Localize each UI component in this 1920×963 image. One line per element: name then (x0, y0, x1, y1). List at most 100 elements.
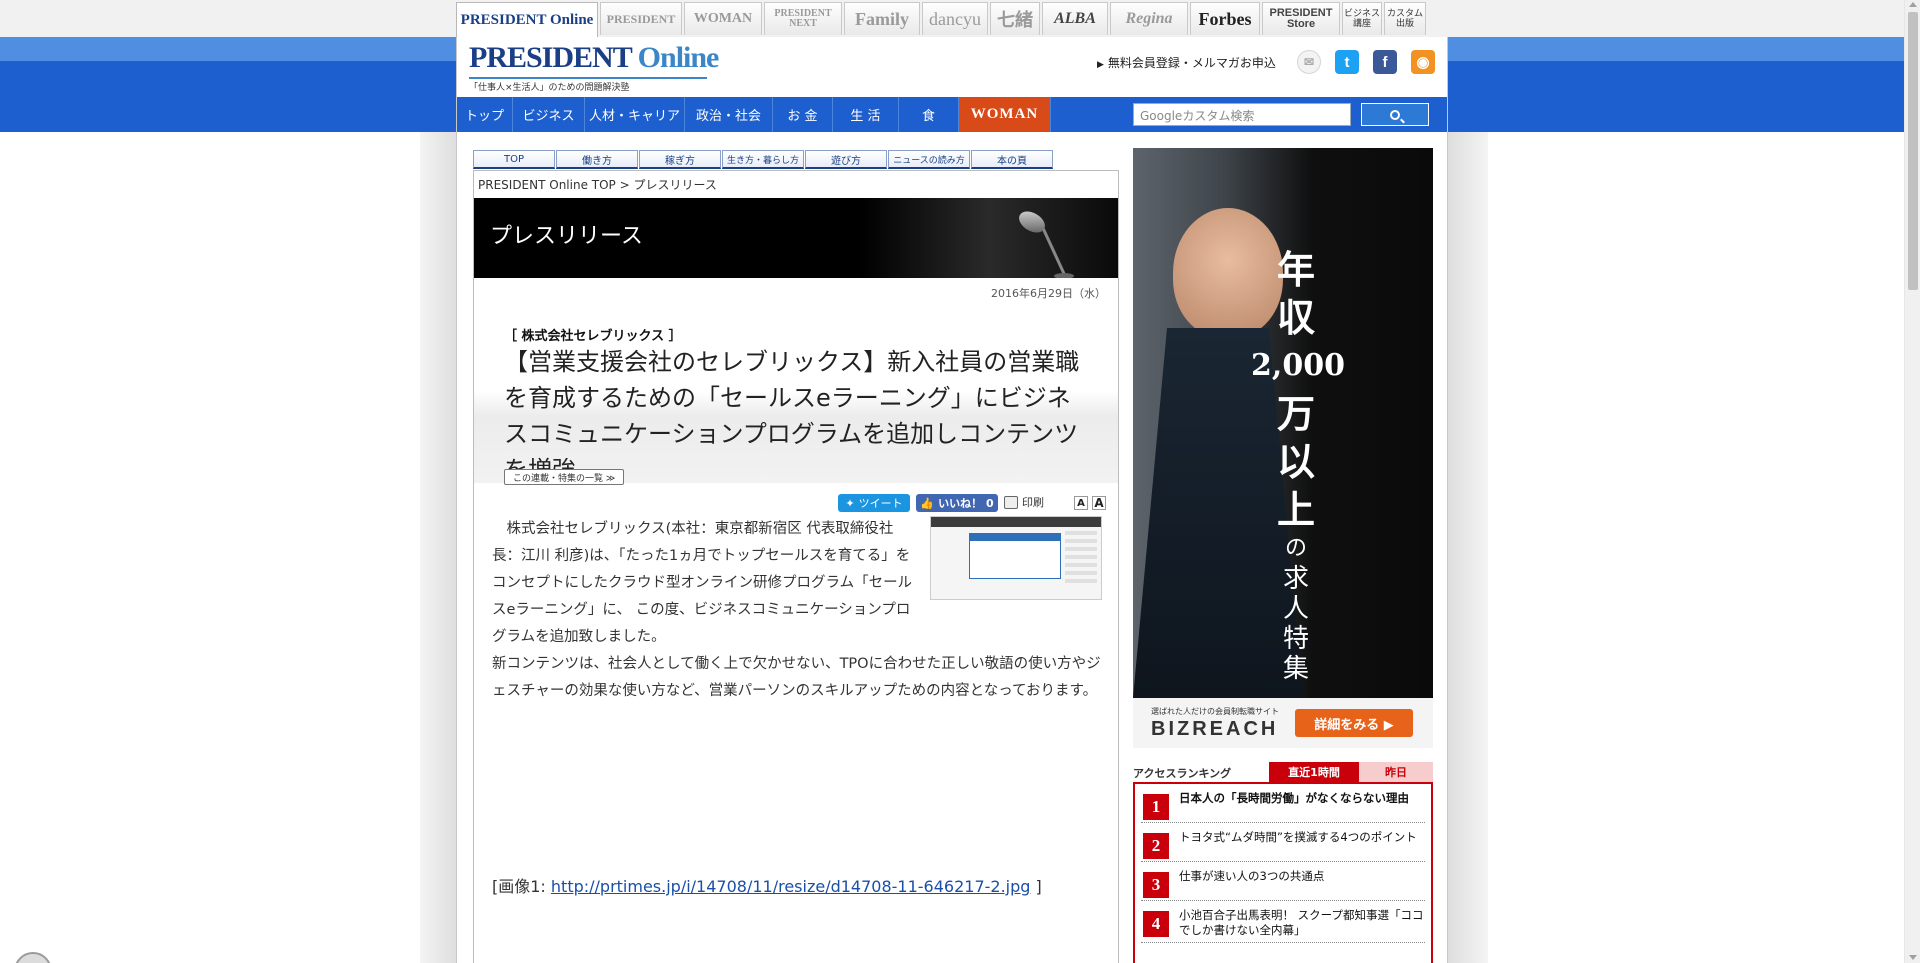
print-label: 印刷 (1022, 496, 1044, 509)
article-thumbnail[interactable] (930, 516, 1102, 600)
scroll-down-arrow-icon[interactable] (1909, 955, 1917, 960)
site-logo[interactable]: PRESIDENT Online (469, 41, 720, 75)
rank-title: 日本人の「長時間労働」がなくならない理由 (1179, 791, 1409, 805)
ad-headline-char: 求 (1282, 564, 1309, 594)
vertical-scrollbar[interactable] (1904, 0, 1920, 963)
subnav-work[interactable]: 働き方 (556, 150, 638, 169)
nav-woman[interactable]: WOMAN (959, 97, 1051, 132)
subnav-top[interactable]: TOP (473, 150, 555, 169)
tweet-label: ツイート (858, 497, 903, 510)
nav-food[interactable]: 食 (899, 97, 959, 132)
site-tagline: 「仕事人×生活人」のための問題解決塾 (469, 83, 630, 93)
nav-career[interactable]: 人材・キャリア (585, 97, 685, 132)
microphone-icon (1019, 211, 1074, 278)
ad-headline-char: 年 (1276, 247, 1315, 292)
image-link[interactable]: http://prtimes.jp/i/14708/11/resize/d147… (551, 877, 1031, 896)
nav-money[interactable]: お 金 (773, 97, 833, 132)
like-label: いいね！ 0 (938, 497, 994, 510)
ad-headline: 年 収 2,000 万 以 上 の 求 人 特 集 (1251, 246, 1345, 684)
tab-president[interactable]: PRESIDENT (600, 2, 682, 35)
rank-title: 仕事が速い人の3つの共通点 (1179, 869, 1325, 883)
article-date: 2016年6月29日（水） (991, 287, 1106, 300)
ad-headline-char: 以 (1276, 439, 1315, 484)
logo-online-text: Online (637, 41, 720, 74)
tab-nanao[interactable]: 七緒 (990, 2, 1040, 35)
section-banner: プレスリリース (474, 198, 1118, 278)
print-button[interactable]: 印刷 (1004, 494, 1044, 510)
facebook-like-button[interactable]: 👍 いいね！ 0 (916, 494, 998, 512)
global-nav: トップ ビジネス 人材・キャリア 政治・社会 お 金 生 活 食 WOMAN G… (457, 97, 1447, 132)
thumb-sidebar (1065, 531, 1097, 583)
image-reference: [画像1: http://prtimes.jp/i/14708/11/resiz… (492, 873, 1042, 897)
subnav-play[interactable]: 遊び方 (805, 150, 887, 169)
search-button[interactable] (1361, 103, 1429, 126)
mail-icon[interactable]: ✉ (1297, 50, 1321, 74)
series-list-button[interactable]: この連載・特集の一覧 ≫ (504, 469, 625, 485)
rank-number: 4 (1143, 911, 1169, 937)
nav-politics[interactable]: 政治・社会 (685, 97, 773, 132)
logo-underline (469, 77, 707, 79)
tab-president-next[interactable]: PRESIDENT NEXT (764, 2, 842, 35)
rank-number: 2 (1143, 833, 1169, 859)
rank-title: トヨタ式“ムダ時間”を撲滅する4つのポイント (1179, 830, 1417, 844)
image-prefix: [画像1: (492, 877, 551, 896)
ad-headline-char: 上 (1276, 487, 1315, 532)
scroll-up-arrow-icon[interactable] (1909, 2, 1917, 7)
nav-business[interactable]: ビジネス (513, 97, 585, 132)
article-headline: 【営業支援会社のセレブリックス】新入社員の営業職を育成するための「セールスeラー… (504, 348, 1080, 484)
font-size-small-button[interactable]: A (1074, 496, 1088, 510)
tab-family[interactable]: Family (844, 2, 920, 35)
article: PRESIDENT Online TOP > プレスリリース プレスリリース 2… (473, 170, 1119, 963)
ranking-item[interactable]: 2 トヨタ式“ムダ時間”を撲滅する4つのポイント (1141, 823, 1425, 862)
tab-alba[interactable]: ALBA (1042, 2, 1108, 35)
tab-regina[interactable]: Regina (1110, 2, 1188, 35)
font-size-large-button[interactable]: A (1092, 496, 1106, 510)
image-suffix: ] (1030, 877, 1042, 896)
tab-custom-publishing[interactable]: カスタム出版 (1384, 2, 1426, 35)
ad-headline-char: 人 (1282, 594, 1309, 624)
tab-business-course[interactable]: ビジネス講座 (1342, 2, 1382, 35)
rank-number: 1 (1143, 794, 1169, 820)
breadcrumb[interactable]: PRESIDENT Online TOP > プレスリリース (478, 176, 717, 193)
tab-woman[interactable]: WOMAN (684, 2, 762, 35)
ad-brand-tagline: 選ばれた人だけの会員制転職サイト (1151, 707, 1279, 716)
nav-top[interactable]: トップ (457, 97, 513, 132)
subnav-news[interactable]: ニュースの読み方 (888, 150, 970, 169)
tweet-button[interactable]: ✦ ツイート (838, 494, 910, 512)
scrollbar-thumb[interactable] (1908, 12, 1918, 290)
facebook-icon[interactable]: f (1373, 50, 1397, 74)
ranking-item[interactable]: 4 小池百合子出馬表明！ スクープ都知事選「ココでしか書けない全内幕」 (1141, 901, 1425, 943)
floating-widget-button[interactable] (14, 952, 52, 963)
nav-life[interactable]: 生 活 (833, 97, 899, 132)
printer-icon (1004, 495, 1018, 509)
tab-forbes[interactable]: Forbes (1190, 2, 1260, 35)
subnav-books[interactable]: 本の頁 (971, 150, 1053, 169)
share-toolbar: ✦ ツイート 👍 いいね！ 0 印刷 A A (474, 491, 1118, 513)
rss-icon[interactable]: ◉ (1411, 50, 1435, 74)
company-name: ［ 株式会社セレブリックス ］ (504, 329, 682, 344)
twitter-icon[interactable]: t (1335, 50, 1359, 74)
tab-president-online[interactable]: PRESIDENT Online (456, 2, 598, 37)
page-side-shadow-right (1448, 132, 1488, 963)
ranking-item[interactable]: 3 仕事が速い人の3つの共通点 (1141, 862, 1425, 901)
tab-dancyu[interactable]: dancyu (922, 2, 988, 35)
search-input[interactable]: Googleカスタム検索 (1133, 103, 1351, 126)
ad-cta-button[interactable]: 詳細をみる ▶ (1295, 709, 1413, 737)
page-side-shadow-left (420, 132, 456, 963)
ad-headline-char: の (1284, 536, 1307, 561)
logo-president-text: PRESIDENT (469, 41, 632, 74)
tab-president-store[interactable]: PRESIDENT Store (1262, 2, 1340, 35)
sidebar-ad[interactable]: 年 収 2,000 万 以 上 の 求 人 特 集 選ばれた人だけの会員制転職サ… (1133, 148, 1433, 748)
ranking-tab-yesterday[interactable]: 昨日 (1359, 762, 1433, 782)
ranking-tab-hour[interactable]: 直近1時間 (1269, 762, 1359, 782)
subnav-lifestyle[interactable]: 生き方・暮らし方 (722, 150, 804, 169)
ad-headline-char: 万 (1276, 391, 1315, 436)
subnav-earn[interactable]: 稼ぎ方 (639, 150, 721, 169)
ad-headline-amount: 2,000 (1251, 348, 1345, 383)
signup-link-label: 無料会員登録・メルマガお申込 (1107, 56, 1276, 70)
ranking-item[interactable]: 1 日本人の「長時間労働」がなくならない理由 (1141, 784, 1425, 823)
search-icon (1390, 109, 1400, 120)
signup-link[interactable]: ▶ 無料会員登録・メルマガお申込 (1097, 54, 1276, 71)
ranking-list: 1 日本人の「長時間労働」がなくならない理由 2 トヨタ式“ムダ時間”を撲滅する… (1133, 782, 1433, 963)
arrow-right-icon: ▶ (1097, 60, 1104, 70)
